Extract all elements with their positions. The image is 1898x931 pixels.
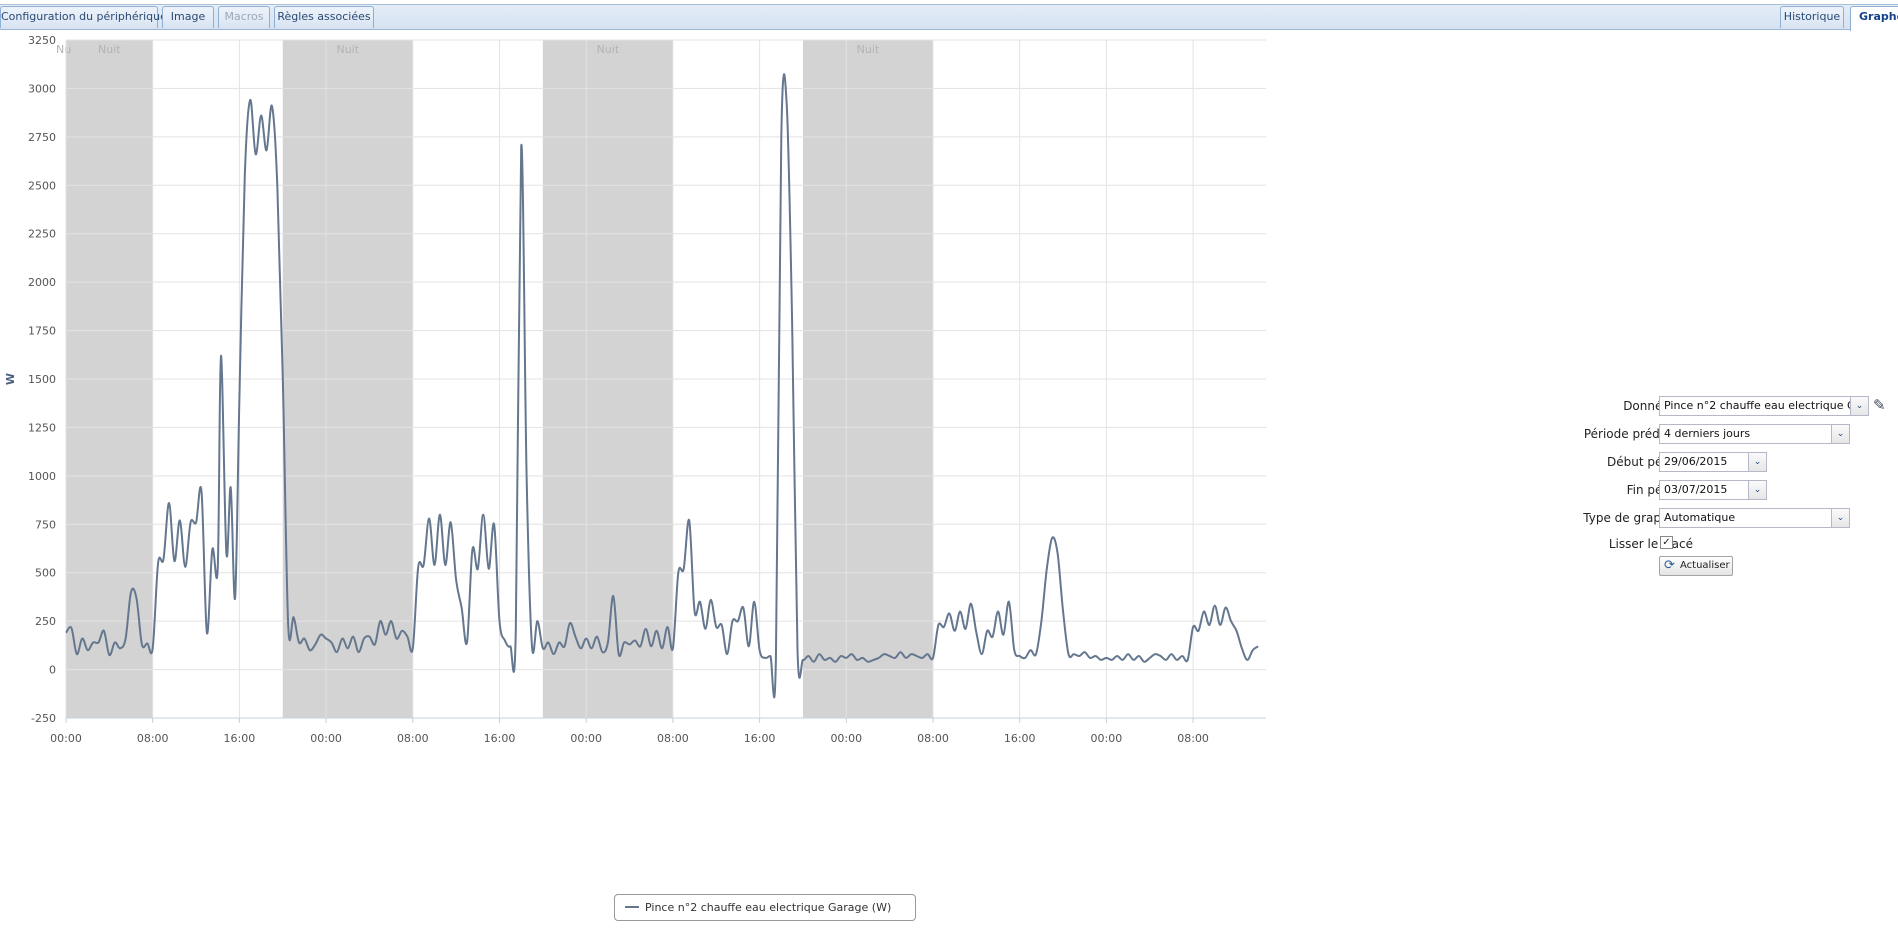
night-band-label-3: Nuit [857, 43, 880, 56]
x-tick-label-13: 08:00 [1177, 732, 1209, 745]
type-graphe-select[interactable]: Automatique ⌄ [1659, 508, 1850, 528]
x-tick-label-3: 00:00 [310, 732, 342, 745]
night-band-label-1: Nuit [336, 43, 359, 56]
y-tick-label-9: 2000 [28, 276, 56, 289]
lisser-checkbox[interactable]: ✓ [1660, 536, 1673, 549]
tab-macros: Macros [218, 6, 270, 28]
y-tick-label-13: 3000 [28, 82, 56, 95]
y-tick-label-6: 1250 [28, 421, 56, 434]
refresh-icon: ⟳ [1664, 558, 1675, 573]
actualiser-label: Actualiser [1680, 560, 1730, 571]
y-axis-ticks: -250 0 250 500 750 1000 1250 1500 1750 2000 2250 25… [28, 34, 56, 725]
legend-swatch [625, 906, 639, 908]
chart-area: Nuit Nuit Nuit Nuit Nu -250 0 250 500 750 1000 125… [0, 32, 1540, 931]
donnees-value: Pince n°2 chauffe eau electrique Garage … [1664, 399, 1868, 412]
row-donnees: Données? Pince n°2 chauffe eau electriqu… [1540, 396, 1898, 418]
tab-image[interactable]: Image [162, 6, 214, 28]
y-tick-label-5: 1000 [28, 470, 56, 483]
chevron-down-icon[interactable]: ⌄ [1850, 397, 1868, 415]
y-tick-label-11: 2500 [28, 179, 56, 192]
y-axis-label: W [4, 373, 17, 385]
type-graphe-value: Automatique [1664, 511, 1736, 524]
night-band-label-partial: Nu [56, 43, 71, 56]
tab-bar: Configuration du périphérique Image Macr… [0, 4, 1898, 31]
chevron-down-icon[interactable]: ⌄ [1831, 509, 1849, 527]
x-tick-label-8: 16:00 [744, 732, 776, 745]
row-periode-predefinie: Période prédéfinie 4 derniers jours ⌄ [1540, 424, 1898, 446]
tab-historique[interactable]: Historique [1780, 6, 1844, 28]
y-tick-label-1: 0 [49, 664, 56, 677]
x-tick-label-11: 16:00 [1004, 732, 1036, 745]
night-band-label-0: Nuit [98, 43, 121, 56]
donnees-select[interactable]: Pince n°2 chauffe eau electrique Garage … [1659, 396, 1869, 416]
x-tick-label-10: 08:00 [917, 732, 949, 745]
tab-graphe[interactable]: Graphe [1850, 6, 1898, 31]
y-tick-label-4: 750 [35, 518, 56, 531]
x-tick-label-12: 00:00 [1091, 732, 1123, 745]
row-actualiser: ⟳ Actualiser [1540, 556, 1898, 578]
lisser-label: Lisser le tracé [1608, 537, 1693, 551]
y-tick-label-10: 2250 [28, 228, 56, 241]
x-tick-label-9: 00:00 [830, 732, 862, 745]
x-tick-label-7: 08:00 [657, 732, 689, 745]
night-band-label-2: Nuit [597, 43, 620, 56]
y-tick-label-14: 3250 [28, 34, 56, 47]
row-type-graphe: Type de graphe? Automatique ⌄ [1540, 508, 1898, 530]
chevron-down-icon[interactable]: ⌄ [1831, 425, 1849, 443]
graph-controls: Données? Pince n°2 chauffe eau electriqu… [1540, 390, 1898, 590]
tab-regles-associees[interactable]: Règles associées [274, 6, 374, 28]
y-tick-label-8: 1750 [28, 325, 56, 338]
y-tick-label-7: 1500 [28, 373, 56, 386]
debut-periode-datefield[interactable]: 29/06/2015 ⌄ [1659, 452, 1767, 472]
row-fin-periode: Fin période 03/07/2015 ⌄ [1540, 480, 1898, 502]
row-debut-periode: Début période 29/06/2015 ⌄ [1540, 452, 1898, 474]
periode-predefinie-value: 4 derniers jours [1664, 427, 1751, 440]
x-axis-ticks: 00:00 08:00 16:00 00:00 08:00 16:00 00:00 08:00… [50, 717, 1266, 745]
y-tick-label-12: 2750 [28, 131, 56, 144]
row-lisser: Lisser le tracé ✓ [1540, 534, 1898, 556]
x-tick-label-2: 16:00 [224, 732, 256, 745]
chart-legend[interactable]: Pince n°2 chauffe eau electrique Garage … [614, 894, 916, 921]
x-tick-label-4: 08:00 [397, 732, 429, 745]
y-tick-label-0: -250 [31, 712, 56, 725]
periode-predefinie-select[interactable]: 4 derniers jours ⌄ [1659, 424, 1850, 444]
legend-label: Pince n°2 chauffe eau electrique Garage … [645, 901, 892, 914]
tab-configuration[interactable]: Configuration du périphérique [0, 6, 167, 28]
power-chart: Nuit Nuit Nuit Nuit Nu -250 0 250 500 750 1000 125… [4, 34, 1266, 745]
x-tick-label-5: 16:00 [484, 732, 516, 745]
fin-periode-datefield[interactable]: 03/07/2015 ⌄ [1659, 480, 1767, 500]
x-tick-label-0: 00:00 [50, 732, 82, 745]
chevron-down-icon[interactable]: ⌄ [1748, 453, 1766, 471]
y-tick-label-2: 250 [35, 615, 56, 628]
pencil-icon[interactable]: ✎ [1873, 396, 1891, 414]
x-tick-label-1: 08:00 [137, 732, 169, 745]
chevron-down-icon[interactable]: ⌄ [1748, 481, 1766, 499]
y-tick-label-3: 500 [35, 567, 56, 580]
actualiser-button[interactable]: ⟳ Actualiser [1659, 556, 1733, 576]
x-tick-label-6: 00:00 [570, 732, 602, 745]
